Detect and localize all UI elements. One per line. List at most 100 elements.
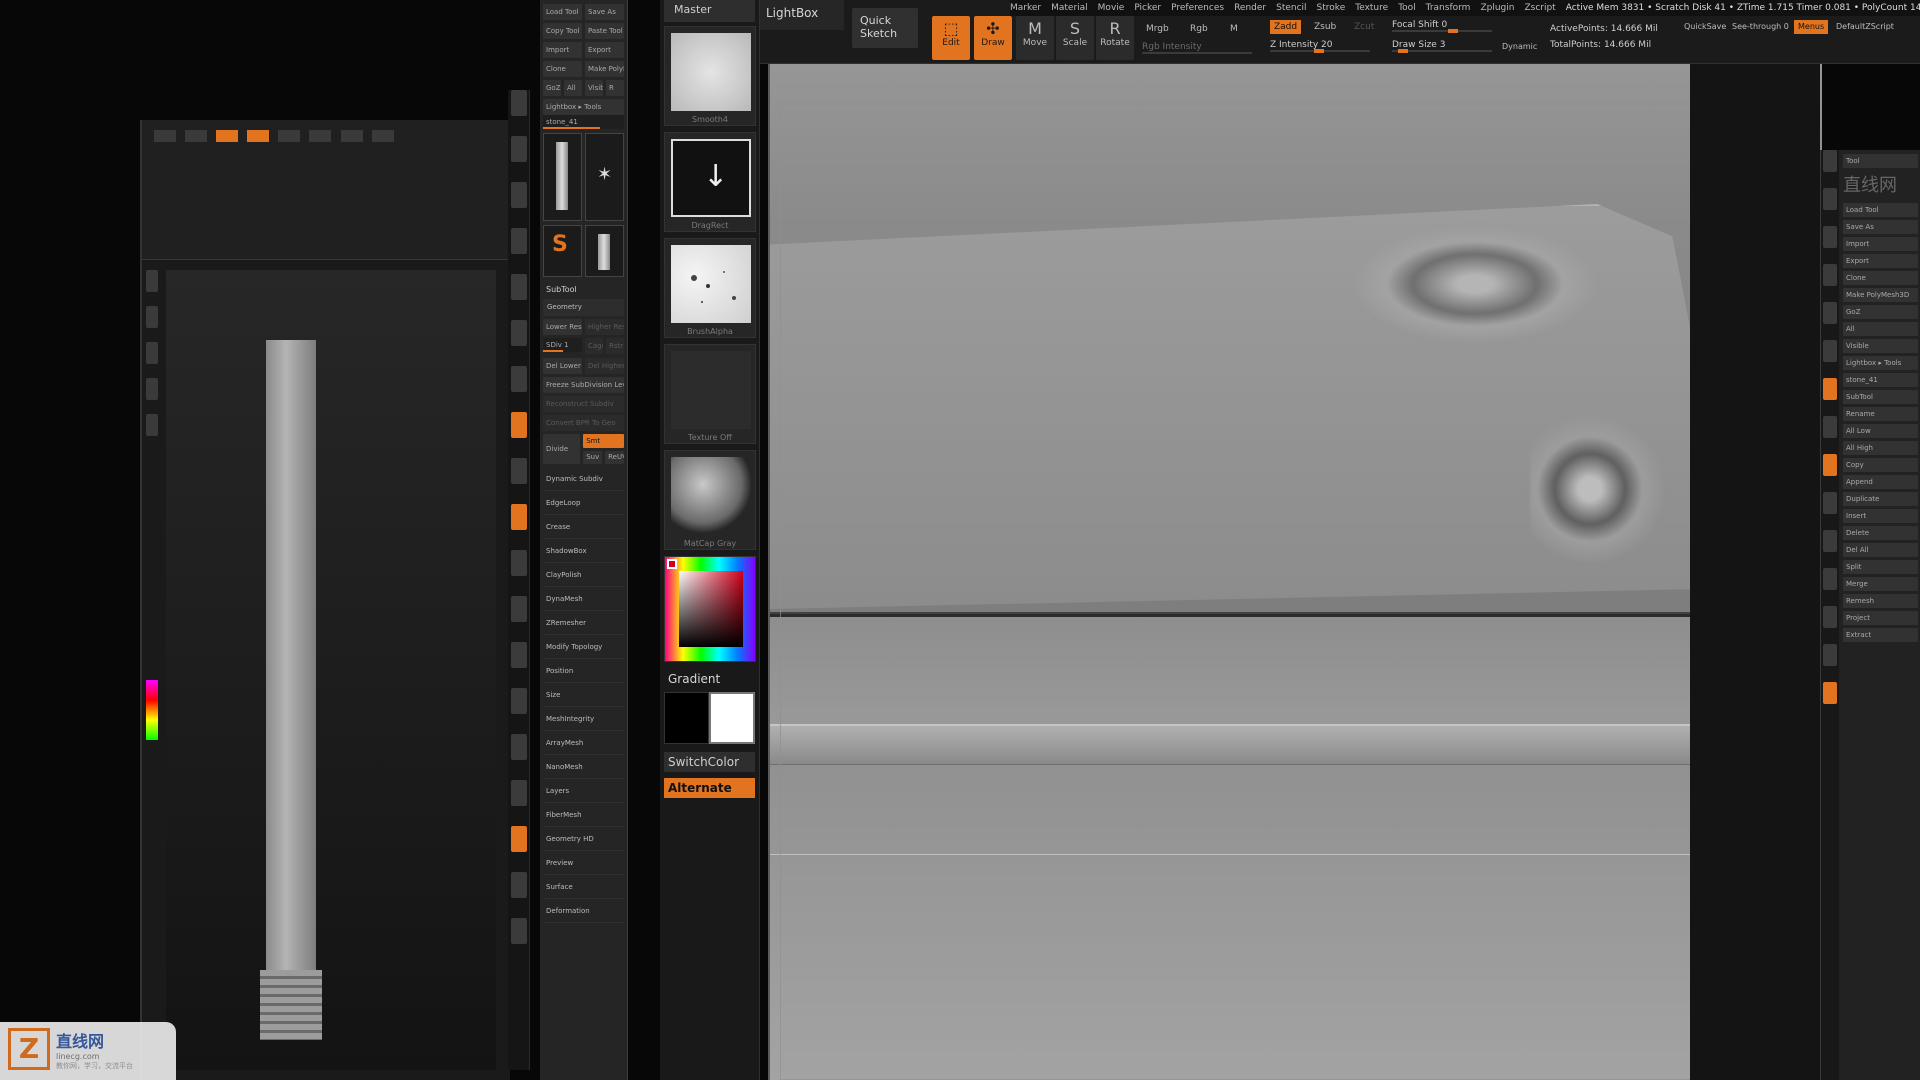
- sdiv-slider[interactable]: SDiv 1: [543, 338, 582, 352]
- subpalette-zremesher[interactable]: ZRemesher: [543, 611, 624, 635]
- right-import-button[interactable]: Import: [1843, 237, 1918, 251]
- del-higher-button[interactable]: Del Higher: [585, 358, 624, 374]
- bpr-icon[interactable]: [1823, 150, 1837, 172]
- menu-preferences[interactable]: Preferences: [1171, 3, 1224, 13]
- cage-button[interactable]: Cage: [585, 338, 603, 354]
- subpalette-nanomesh[interactable]: NanoMesh: [543, 755, 624, 779]
- texture-slot[interactable]: Texture Off: [664, 344, 756, 444]
- right-delete-button[interactable]: Delete: [1843, 526, 1918, 540]
- subpalette-dynamic-subdiv[interactable]: Dynamic Subdiv: [543, 467, 624, 491]
- right-load-tool-button[interactable]: Load Tool: [1843, 203, 1918, 217]
- subpalette-fibermesh[interactable]: FiberMesh: [543, 803, 624, 827]
- convert-bpr-button[interactable]: Convert BPR To Geo: [543, 415, 624, 431]
- lower-res-button[interactable]: Lower Res: [543, 319, 582, 335]
- rgb-intensity-slider[interactable]: Rgb Intensity: [1142, 40, 1252, 54]
- menu-transform[interactable]: Transform: [1426, 3, 1471, 13]
- m-button[interactable]: M: [1226, 22, 1242, 36]
- document-canvas[interactable]: [768, 64, 1822, 1080]
- subpalette-dynamesh[interactable]: DynaMesh: [543, 587, 624, 611]
- clone-button[interactable]: Clone: [543, 61, 582, 77]
- dynamic-button[interactable]: Dynamic: [1498, 40, 1541, 54]
- dynamic-icon[interactable]: [1823, 682, 1837, 704]
- menu-marker[interactable]: Marker: [1010, 3, 1041, 13]
- spix-icon[interactable]: [1823, 188, 1837, 210]
- higher-res-button[interactable]: Higher Res: [585, 319, 624, 335]
- alpha-slot[interactable]: BrushAlpha: [664, 238, 756, 338]
- paste-tool-button[interactable]: Paste Tool: [585, 23, 624, 39]
- lsym-icon[interactable]: [510, 458, 527, 484]
- secondary-color-swatch[interactable]: [664, 692, 710, 744]
- menus-button[interactable]: Menus: [1794, 20, 1829, 34]
- menu-material[interactable]: Material: [1051, 3, 1088, 13]
- rotate-icon[interactable]: [1823, 568, 1837, 590]
- save-as-button[interactable]: Save As: [585, 4, 624, 20]
- subtool-header[interactable]: SubTool: [543, 281, 624, 299]
- right-rename-button[interactable]: Rename: [1843, 407, 1918, 421]
- all-button[interactable]: All: [564, 80, 582, 96]
- z-intensity-slider[interactable]: Z Intensity 20: [1270, 38, 1370, 53]
- right-visible-button[interactable]: Visible: [1843, 339, 1918, 353]
- right-all-high-button[interactable]: All High: [1843, 441, 1918, 455]
- local-icon[interactable]: [1823, 378, 1837, 400]
- move-icon[interactable]: [510, 596, 527, 622]
- alternate-button[interactable]: Alternate: [664, 778, 755, 798]
- r-button[interactable]: R: [606, 80, 624, 96]
- edit-mode-button[interactable]: ⬚ Edit: [932, 16, 970, 60]
- switch-color-button[interactable]: SwitchColor: [664, 752, 755, 772]
- right-copy-button[interactable]: Copy: [1843, 458, 1918, 472]
- lightbox-button[interactable]: LightBox: [760, 0, 844, 30]
- divide-button[interactable]: Divide: [543, 434, 581, 464]
- draw-mode-button[interactable]: ✣ Draw: [974, 16, 1012, 60]
- subpalette-arraymesh[interactable]: ArrayMesh: [543, 731, 624, 755]
- right-subtool-button[interactable]: SubTool: [1843, 390, 1918, 404]
- menu-movie[interactable]: Movie: [1098, 3, 1125, 13]
- brush-slot[interactable]: Smooth4: [664, 26, 756, 126]
- polyf-icon[interactable]: [1823, 606, 1837, 628]
- scale-mode-button[interactable]: S Scale: [1056, 16, 1094, 60]
- tool-thumb-simplebrush[interactable]: S: [543, 225, 582, 277]
- menu-render[interactable]: Render: [1234, 3, 1266, 13]
- zcut-button[interactable]: Zcut: [1350, 20, 1378, 34]
- actual-icon[interactable]: [510, 228, 527, 254]
- scroll-icon[interactable]: [510, 136, 527, 162]
- tool-thumb-cylinder[interactable]: ✶: [585, 133, 624, 221]
- geometry-header[interactable]: Geometry: [543, 299, 624, 316]
- rgb-button[interactable]: Rgb: [1186, 22, 1212, 36]
- lightbox-tools-button[interactable]: Lightbox ▸ Tools: [543, 99, 624, 115]
- right-merge-button[interactable]: Merge: [1843, 577, 1918, 591]
- menu-picker[interactable]: Picker: [1134, 3, 1161, 13]
- menu-zplugin[interactable]: Zplugin: [1480, 3, 1514, 13]
- right-all-button[interactable]: All: [1843, 322, 1918, 336]
- rstr-button[interactable]: Rstr: [606, 338, 624, 354]
- subpalette-meshintegrity[interactable]: MeshIntegrity: [543, 707, 624, 731]
- move-icon[interactable]: [1823, 530, 1837, 552]
- subpalette-deformation[interactable]: Deformation: [543, 899, 624, 923]
- rotate-icon[interactable]: [510, 688, 527, 714]
- right-insert-button[interactable]: Insert: [1843, 509, 1918, 523]
- right-remesh-button[interactable]: Remesh: [1843, 594, 1918, 608]
- right-project-button[interactable]: Project: [1843, 611, 1918, 625]
- zadd-button[interactable]: Zadd: [1270, 20, 1302, 34]
- linefill-icon[interactable]: [510, 734, 527, 760]
- suv-button[interactable]: Suv: [583, 451, 603, 464]
- zsub-button[interactable]: Zsub: [1310, 20, 1340, 34]
- menu-tool[interactable]: Tool: [1398, 3, 1415, 13]
- menu-stroke[interactable]: Stroke: [1317, 3, 1346, 13]
- mrgb-button[interactable]: Mrgb: [1142, 22, 1173, 36]
- lsym-icon[interactable]: [1823, 416, 1837, 438]
- right-clone-button[interactable]: Clone: [1843, 271, 1918, 285]
- scroll-icon[interactable]: [1823, 226, 1837, 248]
- xyz-icon[interactable]: [510, 504, 527, 530]
- make-polymesh-button[interactable]: Make PolyMesh3D: [585, 61, 624, 77]
- subpalette-preview[interactable]: Preview: [543, 851, 624, 875]
- solo-icon[interactable]: [510, 872, 527, 898]
- subpalette-layers[interactable]: Layers: [543, 779, 624, 803]
- color-square[interactable]: [679, 571, 743, 647]
- default-zscript-button[interactable]: DefaultZScript: [1832, 20, 1898, 34]
- current-tool-slider[interactable]: stone_41: [543, 115, 624, 129]
- menu-stencil[interactable]: Stencil: [1276, 3, 1306, 13]
- draw-size-slider[interactable]: Draw Size 3: [1392, 38, 1492, 53]
- dynamic-icon[interactable]: [510, 826, 527, 852]
- gradient-label[interactable]: Gradient: [664, 672, 755, 686]
- zoom-icon[interactable]: [510, 182, 527, 208]
